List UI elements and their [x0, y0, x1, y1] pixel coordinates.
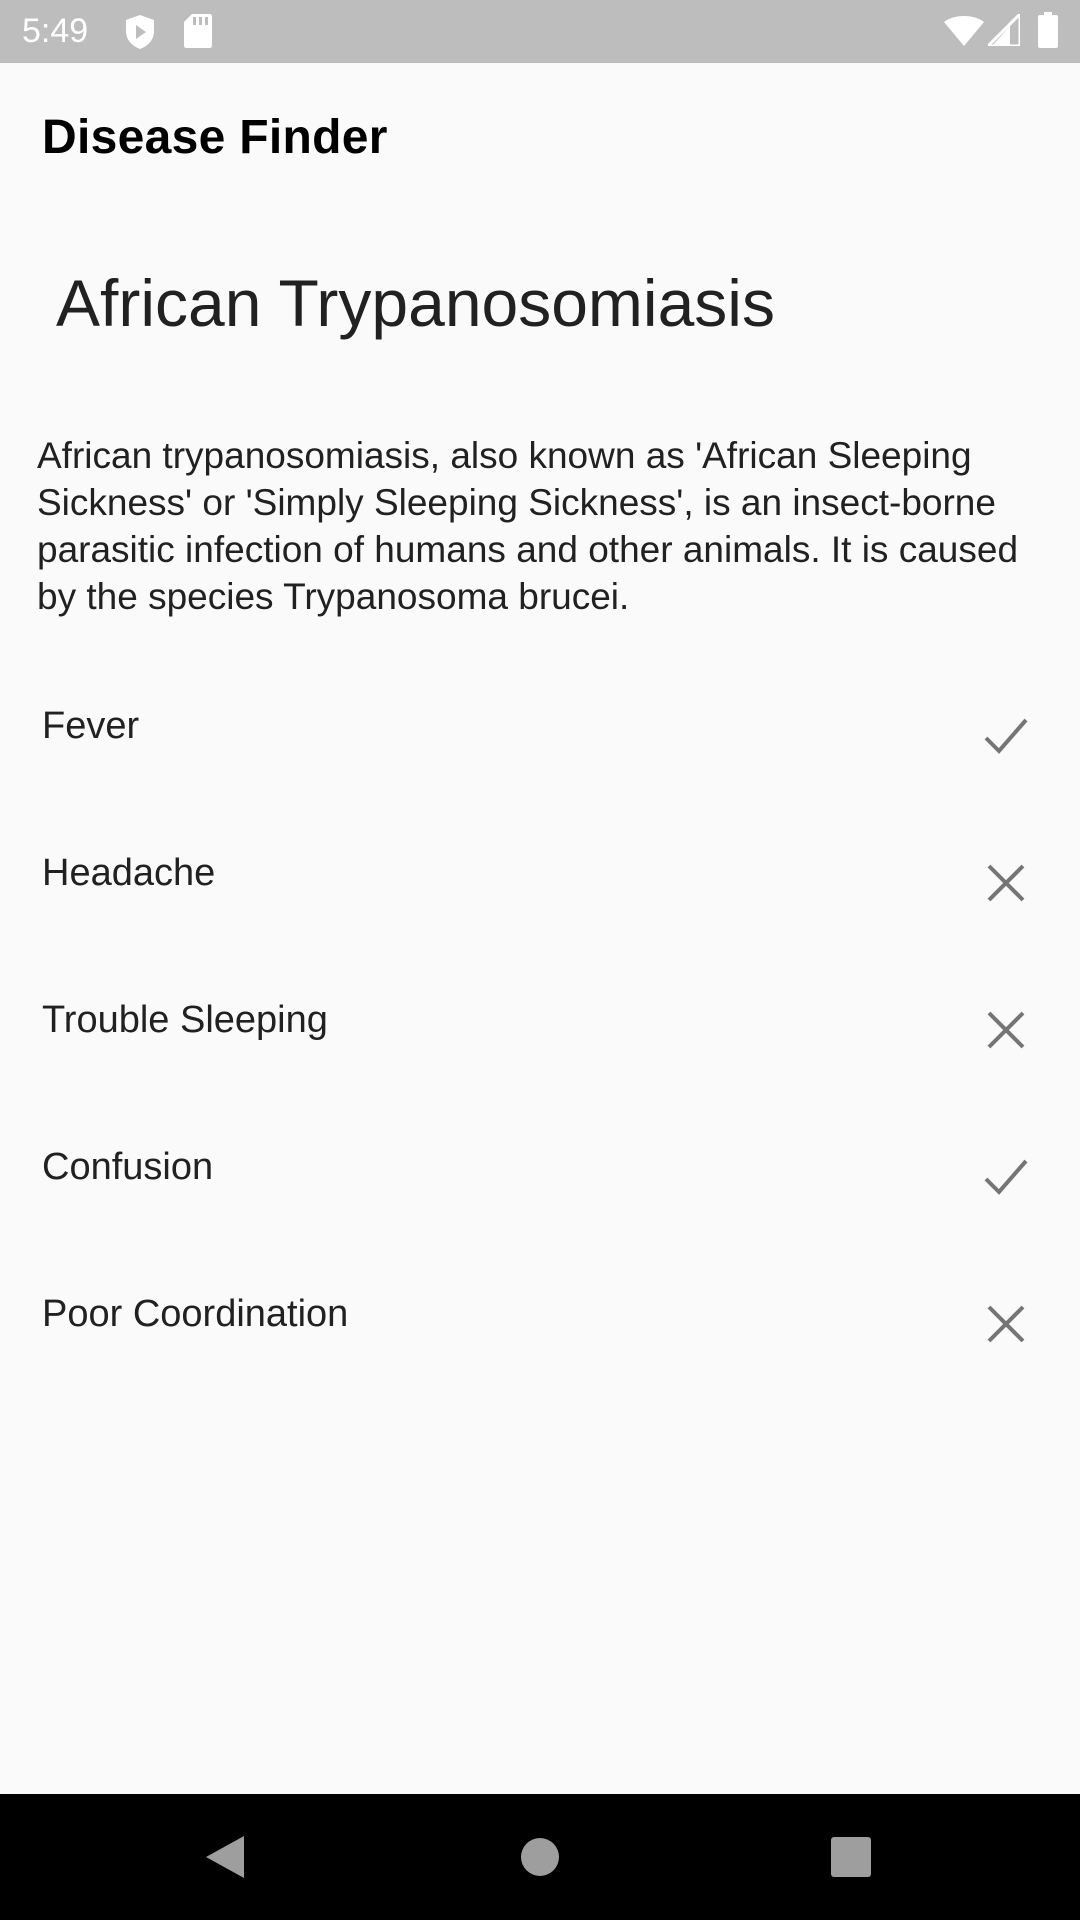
symptom-row-confusion: Confusion	[0, 1105, 1080, 1252]
symptom-label: Fever	[42, 705, 140, 747]
check-icon	[978, 1149, 1034, 1205]
close-icon	[978, 1002, 1034, 1058]
check-icon	[978, 708, 1034, 764]
close-icon	[978, 855, 1034, 911]
symptom-label: Trouble Sleeping	[42, 999, 328, 1041]
status-bar: 5:49	[0, 0, 1080, 63]
symptom-label: Confusion	[42, 1146, 214, 1188]
shield-icon	[124, 14, 156, 55]
disease-name: African Trypanosomiasis	[56, 266, 775, 340]
cell-signal-icon	[984, 10, 1022, 51]
wifi-icon	[944, 16, 984, 51]
disease-description: African trypanosomiasis, also known as '…	[37, 435, 1019, 617]
nav-bar	[0, 1794, 1080, 1920]
app-title: Disease Finder	[42, 111, 388, 164]
status-time: 5:49	[22, 12, 89, 50]
symptom-label: Poor Coordination	[42, 1293, 349, 1335]
screen: 5:49 Disease Finder African Trypanosomia…	[0, 0, 1080, 1920]
recents-icon[interactable]	[818, 1824, 884, 1890]
back-icon[interactable]	[192, 1824, 258, 1890]
close-icon	[978, 1296, 1034, 1352]
battery-icon	[1038, 12, 1058, 53]
sd-card-icon	[184, 14, 212, 53]
home-icon[interactable]	[507, 1824, 573, 1890]
symptom-list: Fever Headache Trouble Sleeping Confusio…	[0, 664, 1080, 1399]
symptom-row-headache: Headache	[0, 811, 1080, 958]
symptom-label: Headache	[42, 852, 216, 894]
symptom-row-poor-coordination: Poor Coordination	[0, 1252, 1080, 1399]
symptom-row-trouble-sleeping: Trouble Sleeping	[0, 958, 1080, 1105]
symptom-row-fever: Fever	[0, 664, 1080, 811]
